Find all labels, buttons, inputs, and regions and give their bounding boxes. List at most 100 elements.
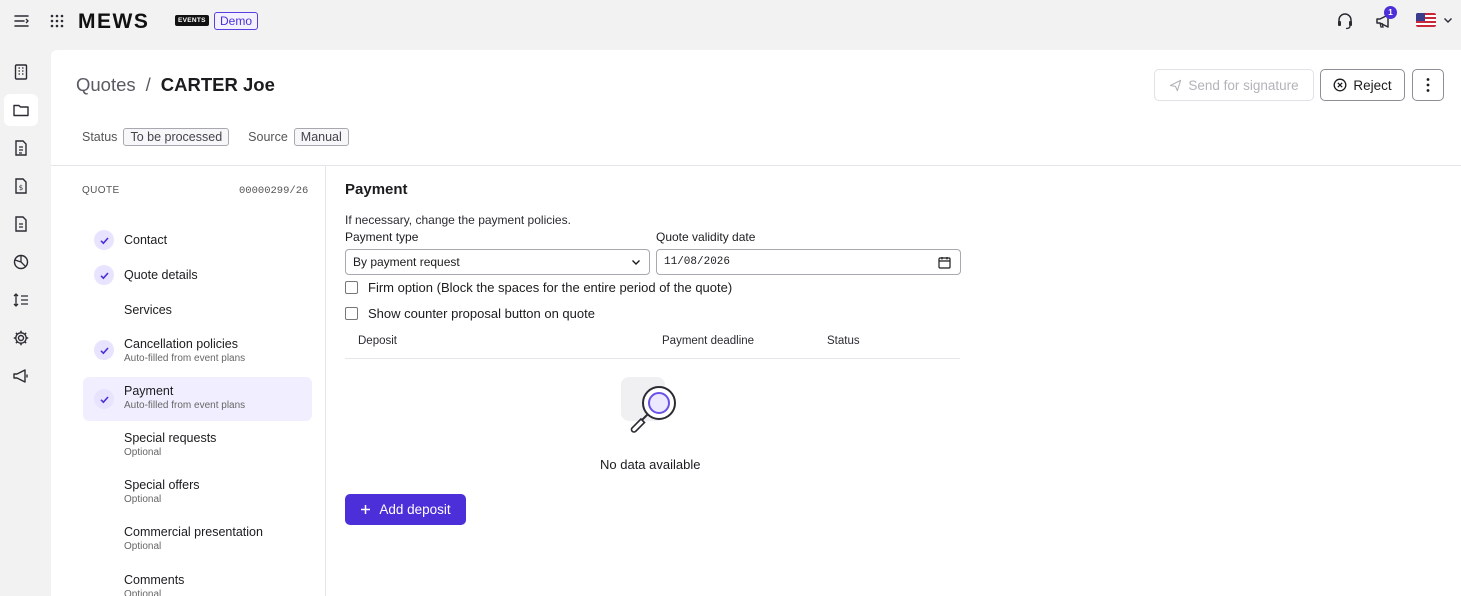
- sort-list-icon: [13, 293, 28, 307]
- step-subtitle: Optional: [124, 494, 162, 505]
- mews-logo[interactable]: MEWS: [78, 10, 149, 34]
- step-item-commercial-presentation[interactable]: Commercial presentation Optional: [83, 518, 312, 558]
- apps-grid-icon[interactable]: [47, 11, 67, 31]
- calendar-icon[interactable]: [938, 256, 951, 269]
- building-icon: [14, 64, 28, 80]
- empty-state-text: No data available: [600, 457, 701, 472]
- step-title: Services: [124, 303, 172, 317]
- close-circle-icon: [1333, 78, 1347, 92]
- rail-item-document[interactable]: [4, 208, 38, 240]
- reject-button[interactable]: Reject: [1320, 69, 1405, 101]
- pie-chart-icon: [13, 254, 29, 270]
- step-item-cancellation-policies[interactable]: Cancellation policies Auto-filled from ev…: [83, 330, 312, 370]
- step-title: Cancellation policies: [124, 337, 238, 351]
- step-item-services[interactable]: Services: [83, 296, 312, 324]
- check-icon: [94, 340, 114, 360]
- send-for-signature-label: Send for signature: [1188, 77, 1299, 93]
- rail-item-invoice[interactable]: $: [4, 170, 38, 202]
- step-title: Contact: [124, 233, 168, 247]
- step-subtitle: Auto-filled from event plans: [124, 353, 246, 364]
- send-icon: [1170, 79, 1182, 91]
- rail-item-sort[interactable]: [4, 284, 38, 316]
- rail-item-reports[interactable]: [4, 246, 38, 278]
- breadcrumb-quotes-link[interactable]: Quotes: [76, 74, 136, 96]
- breadcrumb: Quotes / CARTER Joe: [76, 74, 275, 96]
- svg-text:$: $: [19, 184, 23, 192]
- step-subtitle: Optional: [124, 589, 162, 596]
- step-title: Special offers: [124, 478, 200, 492]
- main-card: Quotes / CARTER Joe Status To be process…: [51, 50, 1461, 596]
- sidebar-divider: [325, 166, 326, 596]
- column-header-deposit[interactable]: Deposit: [358, 335, 397, 347]
- quote-validity-date-input[interactable]: 11/08/2026: [656, 249, 961, 275]
- rail-item-building[interactable]: [4, 56, 38, 88]
- document-list-icon: [15, 140, 27, 156]
- add-deposit-button[interactable]: Add deposit: [345, 494, 466, 525]
- quote-validity-value: 11/08/2026: [664, 256, 731, 268]
- reject-label: Reject: [1353, 77, 1392, 93]
- breadcrumb-separator: /: [145, 74, 151, 95]
- source-label: Source: [248, 130, 288, 144]
- events-badge: EVENTS: [175, 15, 209, 26]
- step-title: Quote details: [124, 268, 198, 282]
- invoice-dollar-icon: $: [15, 178, 27, 194]
- check-icon: [94, 389, 114, 409]
- notification-count-badge: 1: [1384, 6, 1397, 19]
- header-divider: [51, 165, 1461, 166]
- rail-item-folder[interactable]: [4, 94, 38, 126]
- magnifier-illustration-icon: [621, 377, 676, 433]
- step-item-special-requests[interactable]: Special requests Optional: [83, 424, 312, 464]
- step-subtitle: Optional: [124, 541, 162, 552]
- status-badge: To be processed: [123, 128, 230, 146]
- payment-type-value: By payment request: [353, 255, 460, 269]
- step-title: Payment: [124, 384, 174, 398]
- status-label: Status: [82, 130, 118, 144]
- step-item-special-offers[interactable]: Special offers Optional: [83, 471, 312, 511]
- check-icon: [94, 230, 114, 250]
- column-header-status[interactable]: Status: [827, 335, 860, 347]
- chevron-down-icon[interactable]: [1442, 14, 1454, 26]
- table-header-divider: [345, 358, 960, 359]
- top-bar: MEWS EVENTS Demo 1: [0, 0, 1461, 42]
- step-title: Special requests: [124, 431, 217, 445]
- firm-option-row: Firm option (Block the spaces for the en…: [345, 280, 732, 295]
- chevron-down-icon: [632, 260, 640, 265]
- firm-option-checkbox[interactable]: [345, 281, 358, 294]
- section-title: Payment: [345, 181, 408, 198]
- gear-icon: [13, 330, 29, 346]
- payment-type-label: Payment type: [345, 230, 419, 244]
- add-deposit-label: Add deposit: [379, 502, 451, 517]
- step-item-contact[interactable]: Contact: [83, 226, 312, 254]
- step-item-quote-details[interactable]: Quote details: [83, 261, 312, 289]
- quote-validity-label: Quote validity date: [656, 230, 756, 244]
- counter-proposal-row: Show counter proposal button on quote: [345, 306, 595, 321]
- quote-number: 00000299/26: [239, 185, 309, 197]
- counter-proposal-checkbox[interactable]: [345, 307, 358, 320]
- menu-icon[interactable]: [12, 11, 32, 31]
- payment-type-select[interactable]: By payment request: [345, 249, 650, 275]
- step-subtitle: Optional: [124, 447, 162, 458]
- firm-option-label[interactable]: Firm option (Block the spaces for the en…: [368, 280, 732, 295]
- step-title: Comments: [124, 573, 185, 587]
- support-icon[interactable]: [1334, 10, 1356, 32]
- folder-icon: [13, 104, 29, 117]
- counter-proposal-label[interactable]: Show counter proposal button on quote: [368, 306, 595, 321]
- us-flag-icon[interactable]: [1416, 13, 1436, 27]
- section-description: If necessary, change the payment policie…: [345, 213, 571, 227]
- page-title: CARTER Joe: [160, 74, 275, 95]
- document-icon: [15, 216, 27, 232]
- step-item-payment[interactable]: Payment Auto-filled from event plans: [83, 377, 312, 421]
- column-header-payment-deadline[interactable]: Payment deadline: [662, 335, 754, 347]
- more-vertical-icon: [1426, 78, 1430, 92]
- rail-item-settings[interactable]: [4, 322, 38, 354]
- check-icon: [94, 265, 114, 285]
- step-subtitle: Auto-filled from event plans: [124, 400, 246, 411]
- rail-item-marketing[interactable]: [4, 360, 38, 392]
- plus-icon: [361, 505, 371, 514]
- rail-item-document-list[interactable]: [4, 132, 38, 164]
- step-item-comments[interactable]: Comments Optional: [83, 566, 312, 596]
- more-options-button[interactable]: [1412, 69, 1444, 101]
- step-title: Commercial presentation: [124, 525, 263, 539]
- send-for-signature-button[interactable]: Send for signature: [1154, 69, 1314, 101]
- quote-meta: Status To be processed Source Manual: [82, 128, 368, 146]
